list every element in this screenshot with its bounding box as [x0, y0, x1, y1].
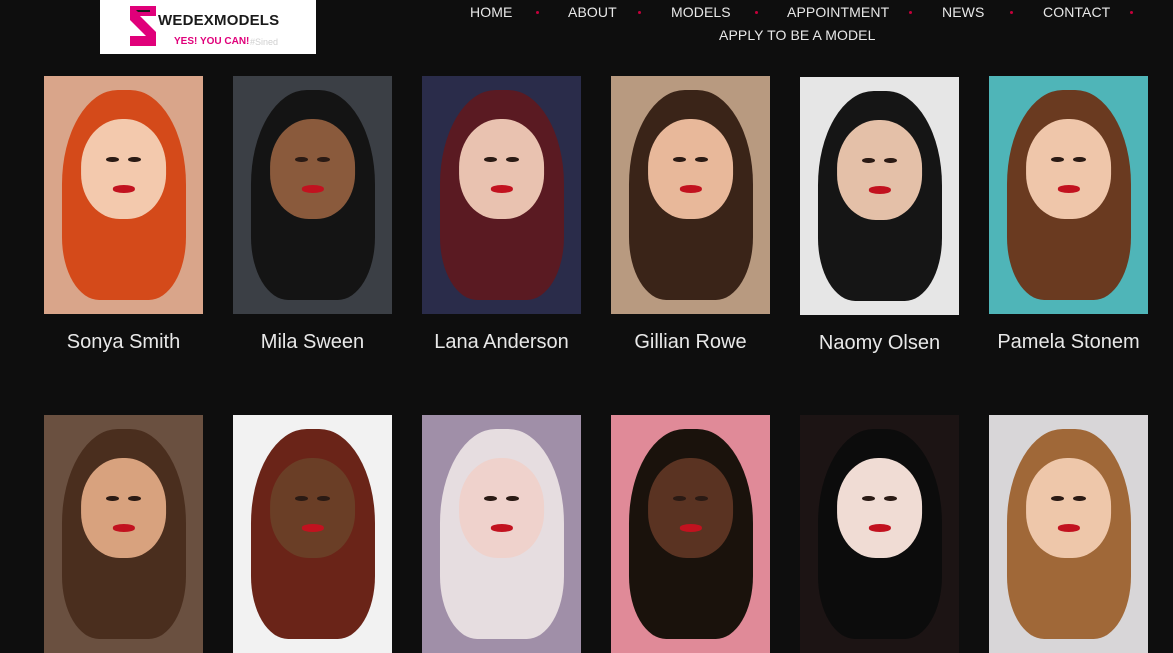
photo-eye	[862, 495, 875, 502]
photo-eye	[106, 156, 119, 163]
photo-face	[836, 457, 923, 558]
main-navigation: HOME ABOUT MODELS APPOINTMENT NEWS CONTA…	[440, 0, 1160, 50]
logo-brand-text: WEDEXMODELS	[158, 12, 280, 29]
model-card: Mila Sween	[233, 76, 392, 354]
photo-face	[80, 457, 167, 558]
nav-news[interactable]: NEWS	[942, 4, 984, 20]
photo-eye	[484, 156, 497, 163]
photo-face	[269, 118, 356, 219]
model-card: Lana Anderson	[422, 76, 581, 354]
photo-eye	[673, 156, 686, 163]
model-photo[interactable]	[800, 415, 959, 653]
model-card: Pamela Stonem	[989, 76, 1148, 354]
model-photo[interactable]	[44, 415, 203, 653]
photo-face	[80, 118, 167, 219]
model-photo[interactable]	[233, 415, 392, 653]
nav-separator-dot	[1130, 11, 1133, 14]
model-card: Gillian Rowe	[611, 76, 770, 354]
model-photo[interactable]	[800, 77, 959, 315]
photo-eye	[106, 495, 119, 502]
logo-faint-text: #Sined	[250, 37, 279, 47]
nav-separator-dot	[755, 11, 758, 14]
photo-eye	[862, 157, 875, 164]
model-name[interactable]: Sonya Smith	[44, 331, 203, 354]
model-name[interactable]: Naomy Olsen	[800, 332, 959, 355]
nav-about[interactable]: ABOUT	[568, 4, 617, 20]
photo-eye	[1051, 156, 1064, 163]
nav-apply[interactable]: APPLY TO BE A MODEL	[719, 27, 876, 43]
model-card: Naomy Olsen	[800, 77, 959, 355]
nav-separator-dot	[1010, 11, 1013, 14]
nav-home[interactable]: HOME	[470, 4, 512, 20]
model-card	[233, 415, 392, 653]
model-photo[interactable]	[989, 76, 1148, 314]
model-photo[interactable]	[422, 76, 581, 314]
photo-eye	[295, 156, 308, 163]
photo-eye	[295, 495, 308, 502]
model-photo[interactable]	[611, 76, 770, 314]
photo-face	[836, 119, 923, 220]
model-name[interactable]: Mila Sween	[233, 331, 392, 354]
model-card	[800, 415, 959, 653]
photo-face	[1025, 457, 1112, 558]
site-logo[interactable]: WEDEXMODELS YES! YOU CAN! #Sined	[100, 0, 316, 54]
model-photo[interactable]	[233, 76, 392, 314]
photo-eye	[484, 495, 497, 502]
nav-separator-dot	[909, 11, 912, 14]
nav-separator-dot	[536, 11, 539, 14]
photo-eye	[673, 495, 686, 502]
nav-appointment[interactable]: APPOINTMENT	[787, 4, 889, 20]
model-name[interactable]: Lana Anderson	[422, 331, 581, 354]
model-photo[interactable]	[611, 415, 770, 653]
model-photo[interactable]	[989, 415, 1148, 653]
photo-face	[458, 457, 545, 558]
model-card	[989, 415, 1148, 653]
model-card	[422, 415, 581, 653]
model-name[interactable]: Pamela Stonem	[989, 331, 1148, 354]
model-photo[interactable]	[422, 415, 581, 653]
nav-separator-dot	[638, 11, 641, 14]
model-name[interactable]: Gillian Rowe	[611, 331, 770, 354]
logo-tagline: YES! YOU CAN!	[174, 36, 250, 47]
photo-face	[647, 457, 734, 558]
photo-face	[269, 457, 356, 558]
model-card: Sonya Smith	[44, 76, 203, 354]
model-card	[611, 415, 770, 653]
model-card	[44, 415, 203, 653]
model-photo[interactable]	[44, 76, 203, 314]
photo-face	[1025, 118, 1112, 219]
photo-face	[647, 118, 734, 219]
nav-models[interactable]: MODELS	[671, 4, 731, 20]
photo-eye	[1051, 495, 1064, 502]
photo-face	[458, 118, 545, 219]
nav-contact[interactable]: CONTACT	[1043, 4, 1110, 20]
